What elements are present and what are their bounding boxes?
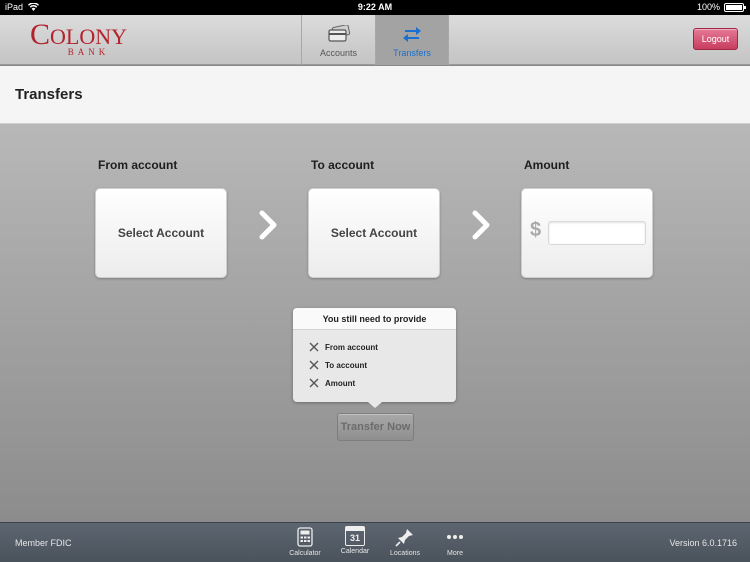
calculator-label: Calculator (289, 550, 321, 557)
currency-symbol: $ (530, 219, 542, 241)
battery-percent: 100% (696, 2, 720, 12)
from-account-label: From account (98, 158, 178, 172)
tab-accounts-label: Accounts (319, 47, 358, 58)
battery-icon (724, 2, 746, 12)
transfer-form: From account To account Amount Select Ac… (0, 124, 750, 522)
chevron-right-icon (259, 210, 277, 240)
more-label: More (447, 550, 463, 557)
more-button[interactable]: More (430, 526, 480, 562)
requirement-label: To account (325, 360, 368, 370)
more-dots-icon (447, 535, 463, 539)
calculator-button[interactable]: Calculator (280, 526, 330, 562)
to-account-label: To account (311, 158, 375, 172)
calendar-icon: 31 (345, 526, 365, 546)
tab-accounts[interactable]: Accounts (301, 15, 375, 65)
requirement-item: From account (309, 342, 378, 352)
tab-transfers[interactable]: Transfers (375, 15, 449, 65)
accounts-card-icon (327, 24, 350, 42)
amount-label: Amount (524, 158, 570, 172)
location-pin-icon (395, 529, 413, 547)
calculator-icon (297, 527, 313, 547)
amount-card: $ (521, 188, 653, 278)
locations-button[interactable]: Locations (380, 526, 430, 562)
requirement-item: To account (309, 360, 367, 370)
calendar-label: Calendar (340, 548, 370, 555)
requirement-item: Amount (309, 378, 355, 388)
amount-input[interactable] (548, 221, 646, 245)
transfer-now-button[interactable]: Transfer Now (337, 413, 414, 441)
requirements-heading: You still need to provide (293, 308, 456, 330)
locations-label: Locations (390, 550, 420, 557)
logo-wordmark: COLONY (30, 18, 128, 51)
member-fdic-text: Member FDIC (15, 538, 72, 548)
status-time: 9:22 AM (357, 2, 393, 12)
tab-transfers-label: Transfers (393, 47, 431, 58)
title-bar: Transfers (0, 66, 750, 124)
requirement-label: From account (325, 342, 378, 352)
logout-button[interactable]: Logout (693, 28, 738, 50)
x-mark-icon (309, 360, 319, 370)
calendar-day: 31 (349, 533, 360, 543)
transfer-arrows-icon (403, 26, 421, 42)
requirement-label: Amount (325, 378, 356, 388)
colony-bank-logo: COLONY BANK (30, 18, 128, 58)
nav-tabs: Accounts Transfers (301, 15, 449, 65)
calendar-button[interactable]: 31 Calendar (330, 526, 380, 562)
page-title: Transfers (15, 86, 83, 103)
footer-tools: Calculator 31 Calendar Locations More (280, 526, 480, 562)
chevron-right-icon (472, 210, 490, 240)
app-version: Version 6.0.1716 (669, 538, 737, 548)
footer-bar: Member FDIC Calculator 31 Calendar Locat… (0, 522, 750, 562)
x-mark-icon (309, 342, 319, 352)
x-mark-icon (309, 378, 319, 388)
from-account-select[interactable]: Select Account (95, 188, 227, 278)
requirements-popover: You still need to provide From account T… (293, 308, 456, 408)
status-bar: iPad 9:22 AM 100% (0, 0, 750, 15)
app-header: COLONY BANK Accounts Transfers Logout (0, 15, 750, 65)
to-account-select[interactable]: Select Account (308, 188, 440, 278)
